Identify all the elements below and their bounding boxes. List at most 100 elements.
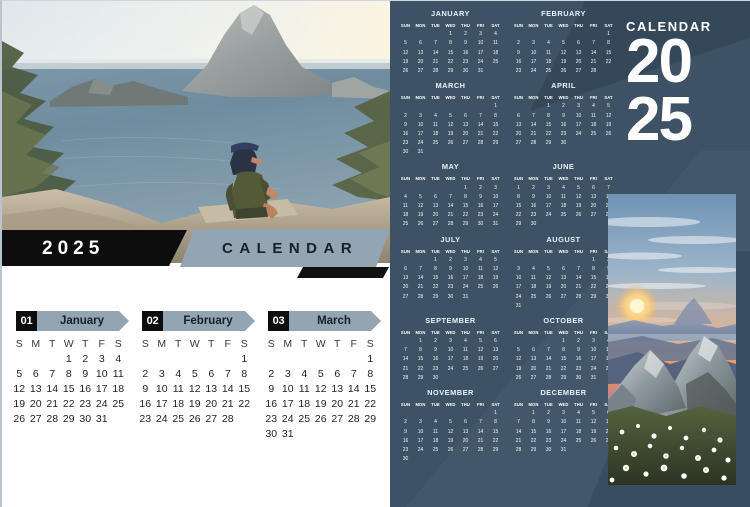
day-cell[interactable]: 19 <box>187 397 204 412</box>
mini-day-cell[interactable]: 3 <box>586 337 601 346</box>
mini-day-cell[interactable]: 6 <box>413 39 428 48</box>
mini-day-cell[interactable]: 24 <box>443 365 458 374</box>
mini-day-cell[interactable]: 19 <box>511 365 526 374</box>
mini-day-cell[interactable]: 21 <box>398 365 413 374</box>
mini-day-cell[interactable]: 17 <box>473 49 488 58</box>
day-cell[interactable]: 9 <box>77 367 94 382</box>
day-cell[interactable]: 5 <box>187 367 204 382</box>
day-cell[interactable]: 25 <box>296 412 313 427</box>
day-cell[interactable]: 8 <box>236 367 253 382</box>
day-cell[interactable]: 11 <box>110 367 127 382</box>
mini-day-cell[interactable]: 25 <box>526 293 541 302</box>
day-cell[interactable]: 7 <box>220 367 237 382</box>
day-cell[interactable]: 4 <box>170 367 187 382</box>
mini-day-cell[interactable]: 11 <box>526 274 541 283</box>
mini-day-cell[interactable]: 17 <box>526 58 541 67</box>
day-cell[interactable]: 23 <box>137 412 154 427</box>
mini-day-cell[interactable]: 4 <box>541 39 556 48</box>
mini-day-cell[interactable]: 15 <box>443 49 458 58</box>
day-cell[interactable]: 3 <box>94 352 111 367</box>
day-cell[interactable]: 26 <box>313 412 330 427</box>
mini-day-cell[interactable]: 1 <box>488 102 503 111</box>
mini-day-cell[interactable]: 29 <box>526 446 541 455</box>
mini-day-cell[interactable]: 6 <box>458 112 473 121</box>
mini-day-cell[interactable]: 31 <box>556 446 571 455</box>
mini-day-cell[interactable]: 26 <box>443 446 458 455</box>
day-cell[interactable]: 2 <box>263 367 280 382</box>
mini-day-cell[interactable]: 21 <box>413 283 428 292</box>
mini-day-cell[interactable]: 14 <box>398 355 413 364</box>
mini-day-cell[interactable]: 17 <box>443 355 458 364</box>
mini-day-cell[interactable]: 9 <box>571 346 586 355</box>
mini-day-cell[interactable]: 10 <box>571 112 586 121</box>
mini-day-cell[interactable]: 28 <box>511 446 526 455</box>
mini-day-cell[interactable]: 1 <box>541 102 556 111</box>
day-cell[interactable]: 2 <box>77 352 94 367</box>
day-cell[interactable]: 18 <box>110 382 127 397</box>
day-cell[interactable]: 23 <box>263 412 280 427</box>
mini-day-cell[interactable]: 16 <box>473 202 488 211</box>
mini-day-cell[interactable]: 10 <box>473 39 488 48</box>
mini-day-cell[interactable]: 19 <box>398 58 413 67</box>
mini-day-cell[interactable]: 28 <box>541 374 556 383</box>
mini-day-cell[interactable]: 27 <box>586 211 601 220</box>
mini-day-cell[interactable]: 30 <box>571 374 586 383</box>
mini-day-cell[interactable]: 12 <box>473 346 488 355</box>
mini-day-cell[interactable]: 1 <box>601 30 616 39</box>
mini-day-cell[interactable]: 8 <box>458 193 473 202</box>
mini-day-cell[interactable]: 1 <box>511 184 526 193</box>
mini-day-cell[interactable]: 24 <box>511 293 526 302</box>
mini-day-cell[interactable]: 18 <box>398 211 413 220</box>
mini-day-cell[interactable]: 31 <box>413 148 428 157</box>
day-cell[interactable]: 9 <box>263 382 280 397</box>
mini-day-cell[interactable]: 11 <box>556 193 571 202</box>
mini-day-cell[interactable]: 25 <box>556 211 571 220</box>
mini-day-cell[interactable]: 30 <box>526 220 541 229</box>
day-cell[interactable]: 24 <box>154 412 171 427</box>
mini-day-cell[interactable]: 7 <box>413 265 428 274</box>
mini-day-cell[interactable]: 12 <box>586 418 601 427</box>
mini-day-cell[interactable]: 26 <box>443 139 458 148</box>
day-cell[interactable]: 8 <box>362 367 379 382</box>
mini-day-cell[interactable]: 5 <box>571 184 586 193</box>
mini-day-cell[interactable]: 24 <box>556 437 571 446</box>
mini-day-cell[interactable]: 11 <box>571 418 586 427</box>
day-cell[interactable]: 17 <box>154 397 171 412</box>
mini-day-cell[interactable]: 3 <box>556 409 571 418</box>
mini-day-cell[interactable]: 23 <box>541 437 556 446</box>
mini-day-cell[interactable]: 21 <box>428 58 443 67</box>
mini-day-cell[interactable]: 24 <box>458 283 473 292</box>
mini-day-cell[interactable]: 15 <box>556 355 571 364</box>
mini-day-cell[interactable]: 24 <box>413 139 428 148</box>
mini-day-cell[interactable]: 29 <box>511 220 526 229</box>
mini-day-cell[interactable]: 18 <box>526 283 541 292</box>
mini-day-cell[interactable]: 26 <box>488 283 503 292</box>
mini-day-cell[interactable]: 26 <box>541 293 556 302</box>
mini-day-cell[interactable]: 22 <box>511 211 526 220</box>
mini-day-cell[interactable]: 20 <box>526 365 541 374</box>
mini-day-cell[interactable]: 27 <box>458 446 473 455</box>
mini-day-cell[interactable]: 28 <box>443 220 458 229</box>
day-cell[interactable]: 6 <box>28 367 45 382</box>
mini-day-cell[interactable]: 6 <box>398 265 413 274</box>
mini-day-cell[interactable]: 19 <box>443 437 458 446</box>
mini-day-cell[interactable]: 15 <box>428 274 443 283</box>
day-cell[interactable]: 4 <box>296 367 313 382</box>
mini-day-cell[interactable]: 16 <box>571 355 586 364</box>
day-cell[interactable]: 19 <box>313 397 330 412</box>
mini-day-cell[interactable]: 12 <box>601 112 616 121</box>
mini-day-cell[interactable]: 6 <box>511 112 526 121</box>
mini-day-cell[interactable]: 30 <box>398 148 413 157</box>
mini-day-cell[interactable]: 27 <box>398 293 413 302</box>
mini-day-cell[interactable]: 26 <box>586 437 601 446</box>
mini-day-cell[interactable]: 14 <box>443 202 458 211</box>
mini-day-cell[interactable]: 28 <box>526 139 541 148</box>
mini-day-cell[interactable]: 11 <box>458 346 473 355</box>
mini-day-cell[interactable]: 17 <box>541 202 556 211</box>
mini-day-cell[interactable]: 15 <box>511 202 526 211</box>
mini-day-cell[interactable]: 2 <box>428 337 443 346</box>
mini-day-cell[interactable]: 19 <box>556 58 571 67</box>
mini-day-cell[interactable]: 9 <box>473 193 488 202</box>
mini-day-cell[interactable]: 4 <box>398 193 413 202</box>
mini-day-cell[interactable]: 15 <box>601 49 616 58</box>
